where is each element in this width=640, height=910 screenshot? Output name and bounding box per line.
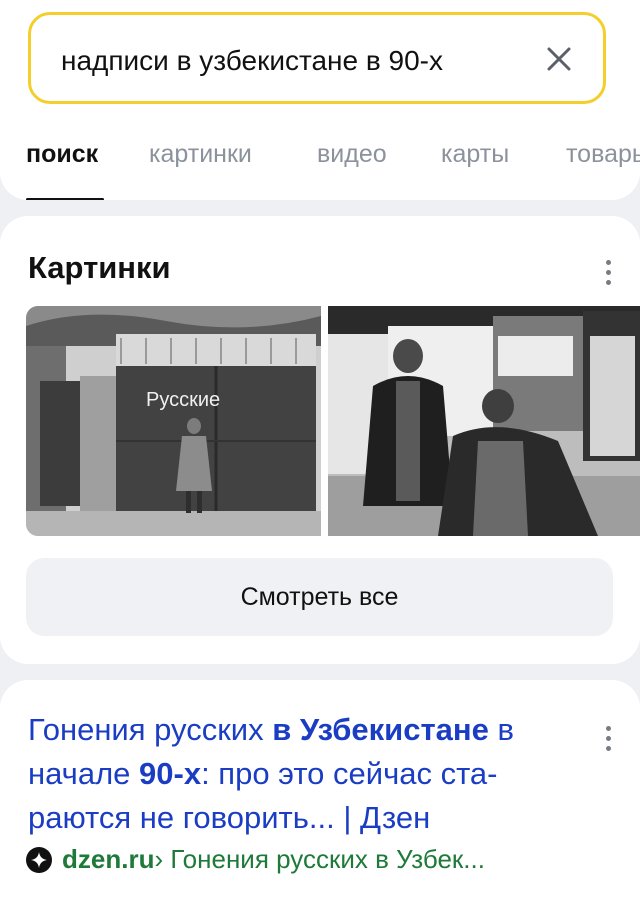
dzen-logo-icon [26,846,52,873]
search-query-text[interactable]: надписи в узбекистане в 90-х [61,45,443,77]
section-title: Картинки [28,250,171,285]
see-all-images-button[interactable]: Смотреть все [26,558,613,636]
result-domain-link[interactable]: dzen.ru [62,844,154,875]
result-title-text-2: в [497,712,514,747]
image-thumbnail-2[interactable] [328,306,640,536]
active-tab-indicator [26,198,104,200]
tab-search[interactable]: поиск [26,140,98,169]
search-result: Гонения русских в Узбекистане в начале 9… [0,680,640,910]
tab-images[interactable]: картинки [149,140,252,169]
graffiti-text: Русские [146,389,220,411]
photo-woman-at-gate: Русские [26,306,321,536]
photo-protest-men [328,306,640,536]
clear-search-button[interactable] [541,41,577,77]
tab-goods[interactable]: товары [566,140,640,169]
tab-maps[interactable]: карты [441,140,509,169]
result-title-text-1: Гонения русских [28,712,264,747]
result-title-highlight-2: 90-х [139,756,202,791]
result-more-menu-icon[interactable] [598,720,618,756]
result-breadcrumb: › Гонения русских в Узбек... [154,844,485,874]
tab-video[interactable]: видео [317,140,387,169]
search-input[interactable]: надписи в узбекистане в 90-х [28,12,606,104]
search-tabs: поиск картинки видео карты товары [26,140,640,200]
images-section: Картинки Русские Смотреть все [0,216,640,664]
result-title-link[interactable]: Гонения русских в Узбекистане в начале 9… [28,708,593,840]
image-thumbnail-1[interactable]: Русские [26,306,321,536]
close-icon [547,47,571,71]
result-source: dzen.ru › Гонения русских в Узбек... [26,844,626,875]
search-header: надписи в узбекистане в 90-х поиск карти… [0,0,640,200]
images-more-menu-icon[interactable] [598,254,618,290]
result-title-highlight-1: в Узбекистане [272,712,489,747]
result-title-text-3: начале [28,756,131,791]
